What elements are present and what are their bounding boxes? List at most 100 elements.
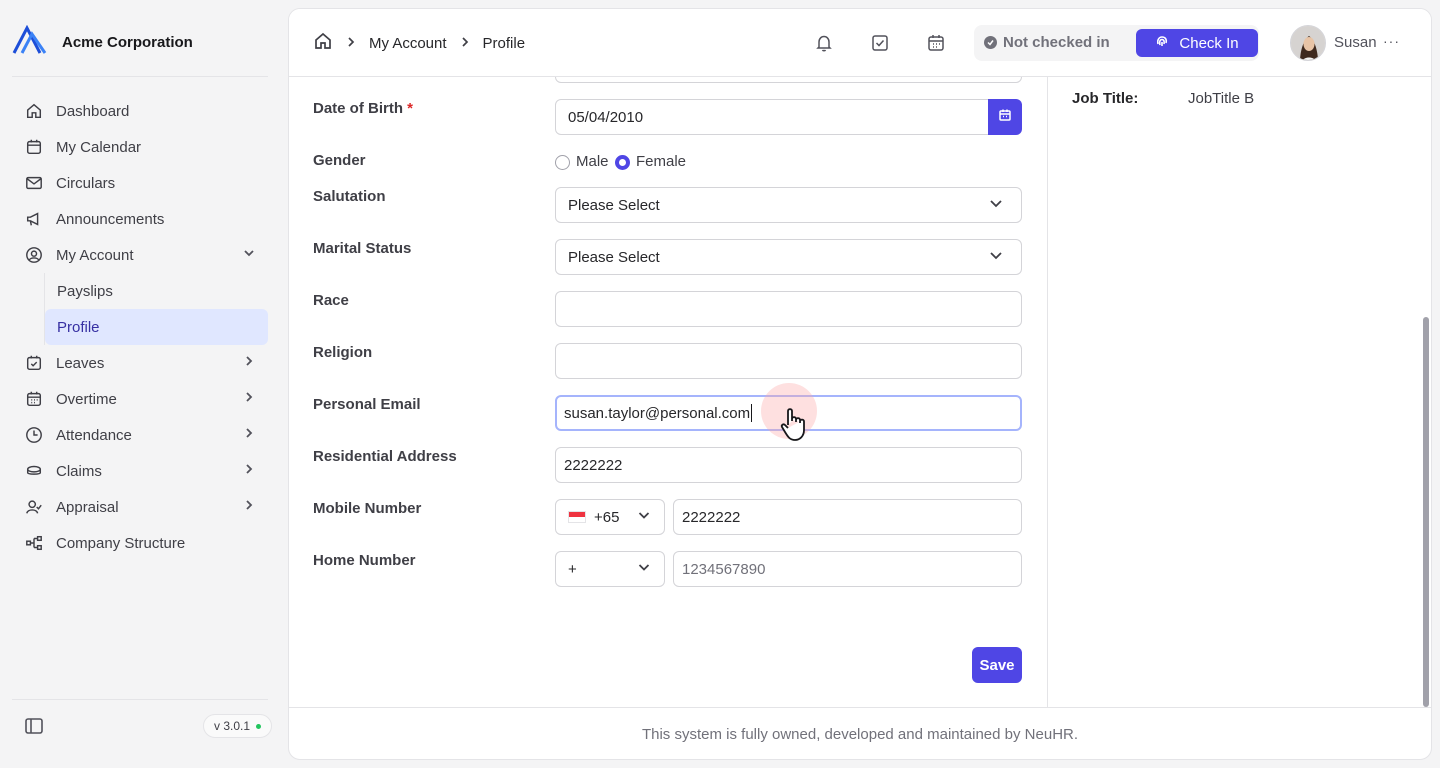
divider [12,699,268,700]
chevron-right-icon [242,354,256,372]
coins-icon [24,461,44,481]
date-of-birth-value: 05/04/2010 [568,108,644,126]
residential-address-input[interactable]: 2222222 [555,447,1022,483]
label-text: Date of Birth [313,100,403,117]
sidebar-item-appraisal[interactable]: Appraisal [12,489,268,525]
religion-input[interactable] [555,343,1022,379]
marital-status-label: Marital Status [313,240,412,257]
home-number-label: Home Number [313,552,416,569]
sidebar-item-dashboard[interactable]: Dashboard [12,93,268,129]
more-options-icon[interactable]: ··· [1383,33,1399,53]
sidebar-item-my-account[interactable]: My Account [12,237,268,273]
chevron-right-icon [345,35,357,52]
sidebar-item-payslips[interactable]: Payslips [45,273,268,309]
sidebar-item-label: Announcements [56,210,165,228]
check-in-status: Not checked in [984,34,1110,51]
radio-circle [555,155,570,170]
sidebar-item-announcements[interactable]: Announcements [12,201,268,237]
select-value: Please Select [568,196,660,214]
user-name[interactable]: Susan [1334,34,1377,51]
sidebar-item-label: Appraisal [56,498,119,516]
salutation-select[interactable]: Please Select [555,187,1022,223]
sidebar-item-overtime[interactable]: Overtime [12,381,268,417]
personal-email-label: Personal Email [313,396,421,413]
version-badge: v 3.0.1 [203,714,273,738]
sidebar-toggle-icon[interactable] [24,716,44,736]
calendar-icon [24,137,44,157]
salutation-label: Salutation [313,188,386,205]
check-in-button[interactable]: Check In [1136,29,1258,57]
date-picker-button[interactable] [988,99,1022,135]
chevron-down-icon [636,507,652,527]
select-value: + [568,560,577,578]
race-input[interactable] [555,291,1022,327]
user-check-icon [24,497,44,517]
calendar-icon[interactable] [926,33,946,53]
select-value: Please Select [568,248,660,266]
status-icon [984,36,997,49]
mobile-country-code-select[interactable]: +65 [555,499,665,535]
home-number-input[interactable]: 1234567890 [673,551,1022,587]
sidebar-item-label: Circulars [56,174,116,192]
job-title-value: JobTitle B [1188,90,1255,107]
sidebar-item-label: My Account [56,246,134,264]
scrollbar[interactable] [1423,317,1429,707]
field-value: susan.taylor@personal.com [564,404,751,422]
gender-label: Gender [313,152,366,169]
page-footer: This system is fully owned, developed an… [289,707,1431,759]
sidebar-item-leaves[interactable]: Leaves [12,345,268,381]
sidebar-item-profile[interactable]: Profile [45,309,268,345]
home-icon [24,101,44,121]
check-in-label: Check In [1179,34,1239,52]
sidebar-item-label: Dashboard [56,102,130,120]
chevron-right-icon [242,426,256,444]
sidebar-item-company-structure[interactable]: Company Structure [12,525,268,561]
divider [12,76,268,77]
bell-icon[interactable] [814,33,834,53]
save-button[interactable]: Save [972,647,1022,683]
chevron-right-icon [242,390,256,408]
company-name: Acme Corporation [62,33,193,51]
gender-male-radio[interactable]: Male [555,152,609,170]
home-country-code-select[interactable]: + [555,551,665,587]
breadcrumb: My Account Profile [313,31,525,55]
sidebar-item-label: Attendance [56,426,132,444]
gender-female-radio[interactable]: Female [615,152,686,170]
singapore-flag-icon [568,511,586,523]
sidebar-item-label: Leaves [56,354,105,372]
avatar[interactable] [1290,25,1326,61]
status-dot [256,723,262,729]
sidebar-nav: Dashboard My Calendar Circulars Announce… [12,93,268,561]
chevron-down-icon [987,194,1005,216]
breadcrumb-my-account[interactable]: My Account [369,35,447,52]
date-of-birth-input[interactable]: 05/04/2010 [555,99,989,135]
required-mark: * [407,100,414,117]
hand-cursor-icon [779,405,813,443]
date-of-birth-label: Date of Birth * [313,100,413,117]
chevron-right-icon [242,498,256,516]
calendar-grid-icon [24,389,44,409]
top-bar: My Account Profile Not checked in Check … [289,9,1431,77]
field-value: 2222222 [564,456,623,474]
radio-circle [615,155,630,170]
sidebar: Acme Corporation Dashboard My Calendar C… [0,0,288,768]
sidebar-item-my-calendar[interactable]: My Calendar [12,129,268,165]
checkbox-task-icon[interactable] [870,33,890,53]
clock-icon [24,425,44,445]
chevron-right-icon [242,462,256,480]
sidebar-item-label: Overtime [56,390,117,408]
brand[interactable]: Acme Corporation [12,24,193,58]
mobile-number-label: Mobile Number [313,500,422,517]
marital-status-select[interactable]: Please Select [555,239,1022,275]
sidebar-item-circulars[interactable]: Circulars [12,165,268,201]
sidebar-item-claims[interactable]: Claims [12,453,268,489]
fingerprint-icon [1155,34,1169,52]
text-caret [751,404,753,422]
sidebar-item-attendance[interactable]: Attendance [12,417,268,453]
mobile-number-input[interactable]: 2222222 [673,499,1022,535]
home-icon[interactable] [313,31,333,55]
status-text: Not checked in [1003,34,1110,51]
radio-label: Female [636,152,687,170]
chevron-right-icon [459,35,471,52]
sidebar-item-label: Profile [57,318,100,336]
